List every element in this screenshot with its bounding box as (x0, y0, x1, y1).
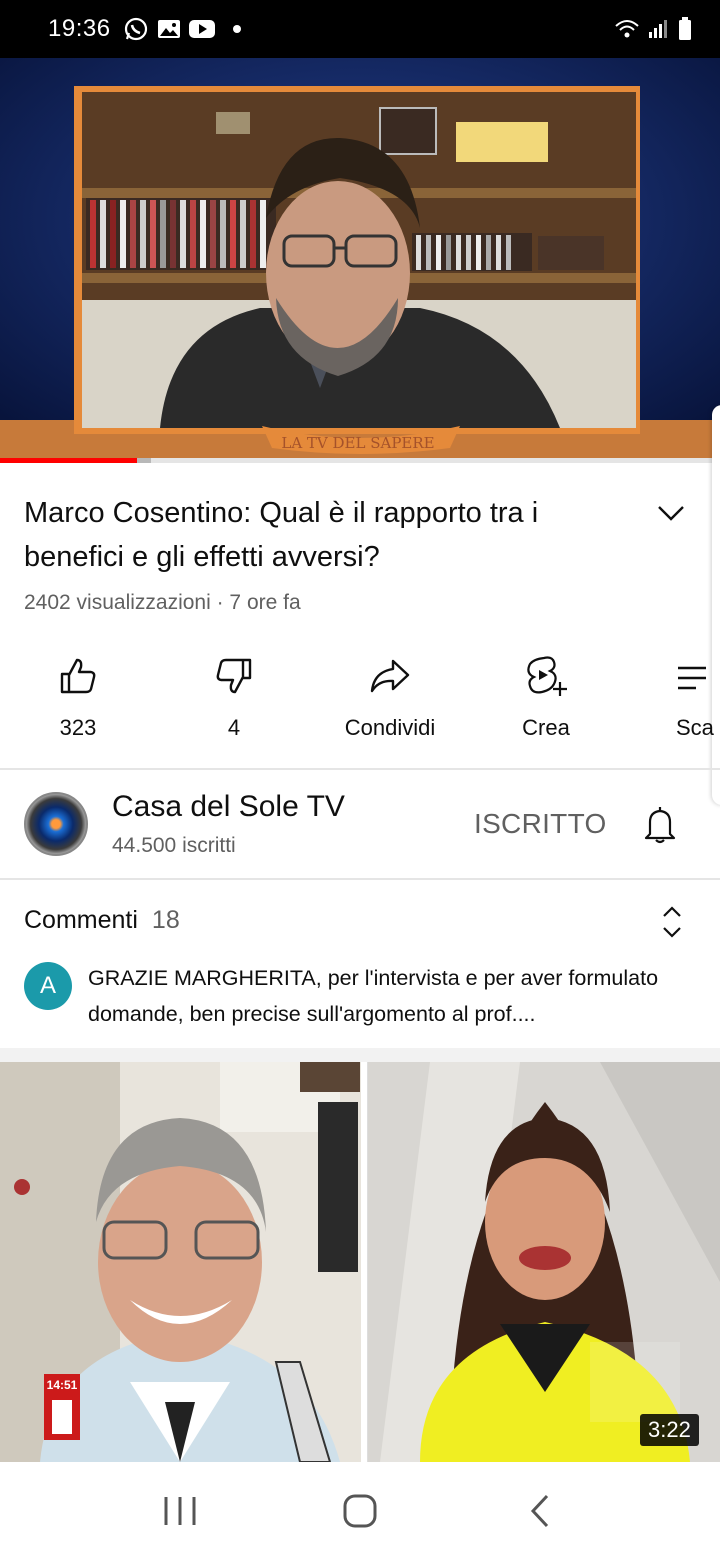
like-count: 323 (59, 715, 97, 740)
comment-preview-text: GRAZIE MARGHERITA, per l'intervista e pe… (88, 966, 659, 1026)
comments-header: Commenti 18 (24, 906, 180, 935)
notification-icons (123, 16, 241, 42)
thumbnail-image: 14:51 (0, 1062, 720, 1462)
home-icon (343, 1494, 377, 1528)
share-button[interactable]: Condividi (312, 653, 468, 753)
recent-apps-button[interactable] (150, 1481, 210, 1541)
expand-description-button[interactable] (648, 491, 694, 535)
gallery-icon (157, 20, 180, 38)
video-player[interactable]: LA TV DEL SAPERE (0, 58, 720, 460)
thumbs-down-icon (216, 658, 252, 694)
thumbs-up-icon (60, 658, 96, 694)
recent-apps-icon (164, 1497, 196, 1525)
comments-count: 18 (151, 906, 180, 934)
player-overlay-text: LA TV DEL SAPERE (281, 434, 434, 452)
comments-section[interactable]: Commenti 18 A GRAZIE MARGHERITA, per l'in… (0, 880, 720, 1048)
comment-author-avatar: A (24, 962, 72, 1010)
create-shorts-icon (527, 656, 567, 696)
status-bar: 19:36 (0, 0, 720, 58)
channel-row[interactable]: Casa del Sole TV 44.500 iscritti ISCRITT… (0, 770, 720, 878)
signal-icon (649, 20, 667, 38)
back-button[interactable] (510, 1481, 570, 1541)
section-separator (0, 1048, 720, 1062)
video-info: Marco Cosentino: Qual è il rapporto tra … (0, 463, 720, 768)
bell-icon (644, 807, 676, 844)
dislike-button[interactable]: 4 (156, 653, 312, 753)
save-button[interactable]: Sca (624, 653, 720, 753)
channel-avatar[interactable] (24, 792, 88, 856)
thumbnail-time: 14:51 (47, 1378, 78, 1392)
next-video-thumbnail[interactable]: 14:51 (0, 1062, 720, 1462)
youtube-icon (188, 20, 215, 38)
expand-collapse-icon[interactable] (656, 902, 688, 942)
chevron-down-icon (658, 506, 684, 521)
status-time: 19:36 (48, 15, 111, 42)
action-bar: 323 4 Condividi Crea Sca (0, 653, 720, 753)
save-label: Sca (676, 715, 714, 740)
create-label: Crea (522, 715, 570, 740)
create-button[interactable]: Crea (468, 653, 624, 753)
video-frame: LA TV DEL SAPERE (0, 58, 720, 460)
comments-title: Commenti (24, 906, 138, 934)
home-button[interactable] (330, 1481, 390, 1541)
video-title[interactable]: Marco Cosentino: Qual è il rapporto tra … (24, 491, 624, 579)
channel-subscribers: 44.500 iscritti (112, 834, 236, 857)
share-label: Condividi (344, 715, 436, 740)
wifi-icon (615, 20, 639, 38)
more-notifications-dot (232, 25, 241, 33)
system-navigation-bar (0, 1462, 720, 1560)
like-button[interactable]: 323 (0, 653, 156, 753)
back-icon (530, 1494, 549, 1528)
save-icon (678, 666, 706, 690)
video-meta: 2402 visualizzazioni · 7 ore fa (24, 591, 301, 614)
notification-bell-button[interactable] (636, 800, 684, 848)
battery-icon (679, 17, 691, 40)
system-icons (614, 17, 692, 41)
dislike-count: 4 (227, 715, 241, 740)
whatsapp-icon (124, 17, 147, 41)
share-icon (370, 659, 410, 693)
channel-name[interactable]: Casa del Sole TV (112, 790, 345, 824)
subscribed-button[interactable]: ISCRITTO (474, 808, 607, 840)
video-duration-badge: 3:22 (640, 1414, 699, 1446)
